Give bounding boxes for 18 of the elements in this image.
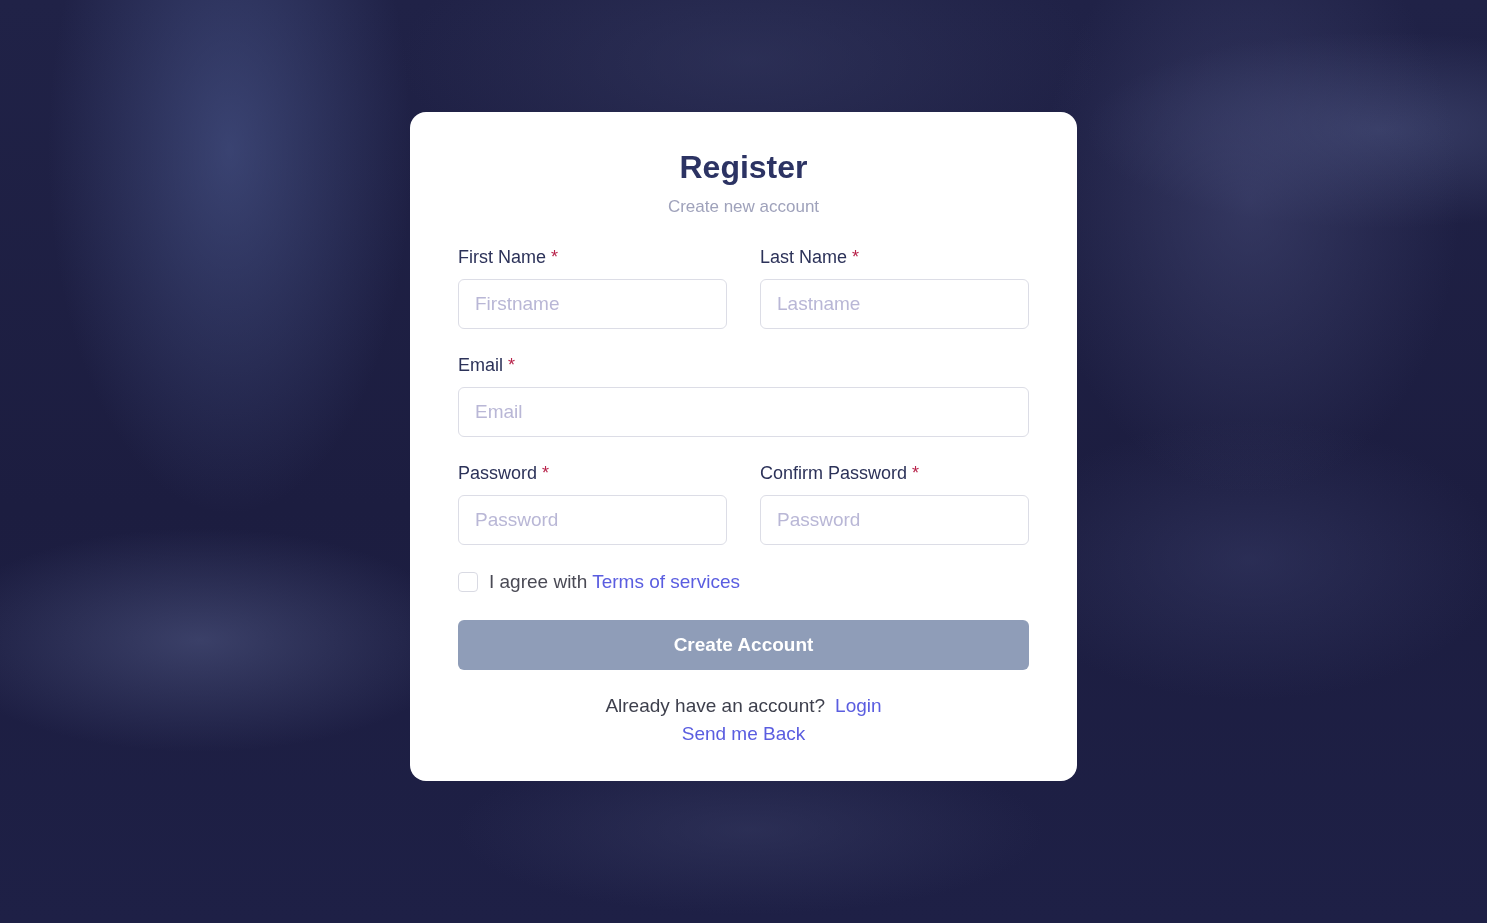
field-label: Last Name * [760,246,860,269]
input-field[interactable]: Lastname [760,279,1029,329]
checkbox[interactable] [458,572,478,592]
field-label: Confirm Password * [760,462,920,485]
login-link[interactable]: Login [835,692,882,720]
input-field[interactable]: Password [760,495,1029,545]
card-subtitle: Create new account [667,196,820,218]
field-label: First Name * [458,246,559,269]
send-me-back-link[interactable]: Send me Back [681,720,806,748]
input-field[interactable]: Email [458,387,1029,437]
input-field[interactable]: Firstname [458,279,727,329]
field-label: Email * [458,354,516,377]
card-title: Register [679,148,808,186]
login-prompt: Already have an account? [605,694,826,718]
terms-text: I agree with Terms of services [489,570,740,594]
input-field[interactable]: Password [458,495,727,545]
terms-link[interactable]: Terms of services [592,571,740,592]
field-label: Password * [458,462,550,485]
